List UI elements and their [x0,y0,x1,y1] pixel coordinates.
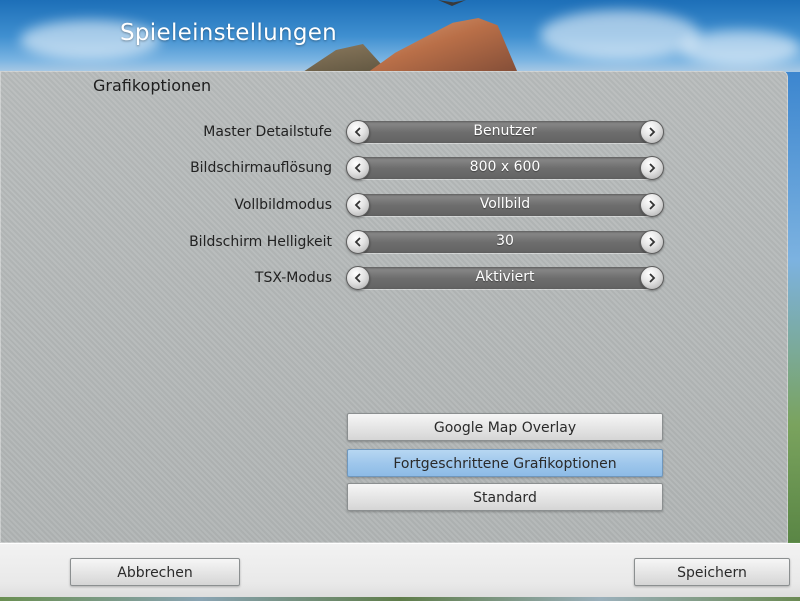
footer-decor-strip [0,597,800,601]
setting-row-resolution: Bildschirmauflösung 800 x 600 [0,155,788,181]
settings-panel: Grafikoptionen Master Detailstufe Benutz… [0,71,788,543]
setting-row-brightness: Bildschirm Helligkeit 30 [0,229,788,255]
page-title: Spieleinstellungen [120,20,338,46]
fullscreen-selector: Vollbild [346,192,664,218]
standard-button[interactable]: Standard [347,483,663,511]
google-map-overlay-button[interactable]: Google Map Overlay [347,413,663,441]
brightness-selector: 30 [346,229,664,255]
setting-row-fullscreen: Vollbildmodus Vollbild [0,192,788,218]
setting-label: Bildschirm Helligkeit [189,234,332,250]
save-button[interactable]: Speichern [634,558,790,586]
chevron-right-icon[interactable] [640,120,664,144]
setting-label: Bildschirmauflösung [190,160,332,176]
chevron-right-icon[interactable] [640,156,664,180]
selector-value: Benutzer [473,123,537,139]
chevron-left-icon[interactable] [346,120,370,144]
chevron-left-icon[interactable] [346,156,370,180]
setting-label: TSX-Modus [254,270,332,286]
footer-bar: Abbrechen Speichern [0,543,800,601]
cancel-button[interactable]: Abbrechen [70,558,240,586]
resolution-selector: 800 x 600 [346,155,664,181]
background-edge [786,72,800,542]
selector-value: 30 [496,233,514,249]
selector-value: Aktiviert [475,269,535,285]
chevron-right-icon[interactable] [640,193,664,217]
setting-label: Master Detailstufe [203,124,332,140]
chevron-left-icon[interactable] [346,193,370,217]
selector-value: 800 x 600 [469,159,541,175]
selector-value: Vollbild [479,196,531,212]
setting-row-tsx-mode: TSX-Modus Aktiviert [0,265,788,291]
advanced-graphics-button[interactable]: Fortgeschrittene Grafikoptionen [347,449,663,477]
master-detail-selector: Benutzer [346,119,664,145]
chevron-left-icon[interactable] [346,230,370,254]
chevron-right-icon[interactable] [640,266,664,290]
chevron-right-icon[interactable] [640,230,664,254]
setting-row-master-detail: Master Detailstufe Benutzer [0,119,788,145]
chevron-left-icon[interactable] [346,266,370,290]
setting-label: Vollbildmodus [234,197,332,213]
bird-silhouette [438,0,466,6]
section-title: Grafikoptionen [93,76,212,95]
tsx-mode-selector: Aktiviert [346,265,664,291]
